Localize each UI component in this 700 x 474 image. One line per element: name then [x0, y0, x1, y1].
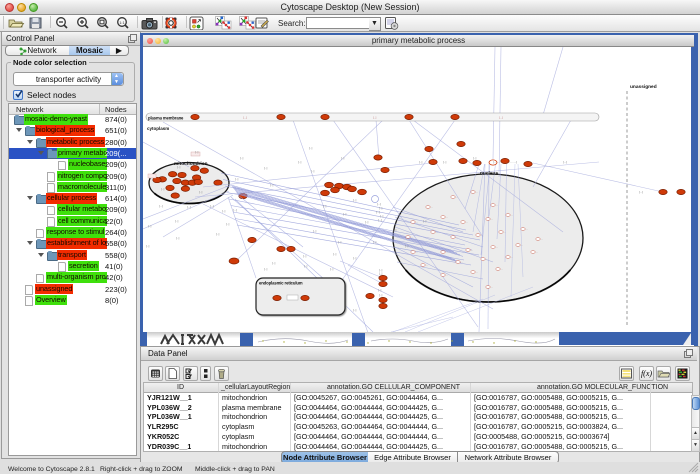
svg-text:..: .. — [461, 260, 463, 264]
svg-text:[..]: [..] — [309, 146, 313, 150]
svg-text:[...]: [...] — [210, 204, 214, 208]
svg-text:[..]: [..] — [298, 160, 302, 164]
svg-text:..: .. — [511, 213, 513, 217]
svg-text:[..]: [..] — [303, 254, 307, 258]
svg-text:[..]: [..] — [240, 156, 244, 160]
svg-text:[..]: [..] — [264, 166, 268, 170]
svg-text:..: .. — [446, 273, 448, 277]
svg-text:[..]: [..] — [176, 236, 180, 240]
svg-text:[..]: [..] — [264, 267, 268, 271]
svg-text:..: .. — [426, 263, 428, 267]
svg-text:1:1: 1:1 — [119, 20, 125, 25]
svg-text:..: .. — [481, 233, 483, 237]
svg-text:[...........................]: [...........................] — [493, 160, 517, 164]
svg-text:[..]: [..] — [419, 160, 423, 164]
svg-text:[..]: [..] — [379, 272, 383, 276]
svg-text:[..]: [..] — [226, 222, 230, 226]
svg-text:[..]: [..] — [161, 187, 165, 191]
svg-text:[..]: [..] — [216, 232, 220, 236]
svg-text:..: .. — [511, 255, 513, 259]
svg-text:[...]: [...] — [563, 160, 567, 164]
svg-text:[..]: [..] — [373, 116, 377, 120]
svg-text:[..]: [..] — [311, 169, 315, 173]
svg-text:..: .. — [476, 190, 478, 194]
svg-text:[..]: [..] — [177, 165, 181, 169]
svg-text:..: .. — [411, 235, 413, 239]
svg-text:[..]: [..] — [373, 240, 377, 244]
svg-text:..: .. — [431, 205, 433, 209]
svg-text:..: .. — [436, 230, 438, 234]
svg-text:[..]: [..] — [222, 209, 226, 213]
svg-text:..: .. — [471, 248, 473, 252]
svg-text:[..]: [..] — [304, 264, 308, 268]
svg-text:[..]: [..] — [343, 212, 347, 216]
svg-text:unassigned: unassigned — [630, 84, 657, 90]
svg-text:[..]: [..] — [443, 160, 447, 164]
svg-text:[...]: [...] — [187, 205, 191, 209]
svg-text:..: .. — [526, 227, 528, 231]
svg-text:..: .. — [446, 215, 448, 219]
svg-text:[...]: [...] — [499, 116, 503, 120]
svg-text:[...]: [...] — [243, 116, 247, 120]
svg-text:..: .. — [501, 267, 503, 271]
svg-text:[..]: [..] — [195, 150, 199, 154]
svg-text:[..]: [..] — [313, 229, 317, 233]
svg-text:..: .. — [416, 220, 418, 224]
svg-text:[...]: [...] — [378, 218, 382, 222]
svg-text:cytoplasm: cytoplasm — [147, 126, 169, 131]
svg-text:..: .. — [504, 230, 506, 234]
svg-text:[..]: [..] — [199, 190, 203, 194]
svg-text:..: .. — [541, 237, 543, 241]
svg-text:..: .. — [466, 220, 468, 224]
svg-text:[..]: [..] — [393, 228, 397, 232]
svg-text:[..]: [..] — [353, 198, 357, 202]
svg-text:plasma membrane: plasma membrane — [148, 115, 184, 120]
svg-text:..: .. — [476, 270, 478, 274]
svg-text:[...]: [...] — [639, 190, 643, 194]
svg-text:[..]: [..] — [146, 244, 150, 248]
svg-text:[..]: [..] — [353, 308, 357, 312]
svg-text:[...]: [...] — [233, 208, 237, 212]
svg-text:..: .. — [456, 235, 458, 239]
svg-text:[..]: [..] — [338, 240, 342, 244]
svg-text:..: .. — [521, 243, 523, 247]
svg-text:..: .. — [496, 203, 498, 207]
svg-text:[..]: [..] — [423, 219, 427, 223]
svg-text:..: .. — [486, 257, 488, 261]
svg-text:nucleus: nucleus — [480, 171, 498, 177]
svg-text:..: .. — [496, 245, 498, 249]
svg-text:..: .. — [456, 195, 458, 199]
svg-text:[..]: [..] — [148, 224, 152, 228]
svg-text:[...]: [...] — [159, 204, 163, 208]
svg-text:[..]: [..] — [353, 256, 357, 260]
svg-text:..: .. — [536, 250, 538, 254]
svg-text:[..]: [..] — [365, 220, 369, 224]
svg-text:[..]: [..] — [270, 183, 274, 187]
svg-text:[..]: [..] — [341, 156, 345, 160]
svg-text:[..]: [..] — [405, 244, 409, 248]
svg-text:[..]: [..] — [473, 156, 477, 160]
svg-text:[..]: [..] — [272, 261, 276, 265]
svg-text:[..]: [..] — [330, 267, 334, 271]
svg-text:..: .. — [491, 217, 493, 221]
svg-text:[..]: [..] — [323, 204, 327, 208]
svg-text:[..]: [..] — [378, 288, 382, 292]
svg-text:[..]: [..] — [235, 177, 239, 181]
svg-text:endoplasmic reticulum: endoplasmic reticulum — [259, 281, 303, 286]
svg-text:[..]: [..] — [379, 293, 383, 297]
svg-text:..: .. — [446, 250, 448, 254]
svg-text:..: .. — [416, 250, 418, 254]
svg-text:..: .. — [491, 285, 493, 289]
svg-text:[..]: [..] — [333, 252, 337, 256]
svg-text:[..]: [..] — [175, 219, 179, 223]
